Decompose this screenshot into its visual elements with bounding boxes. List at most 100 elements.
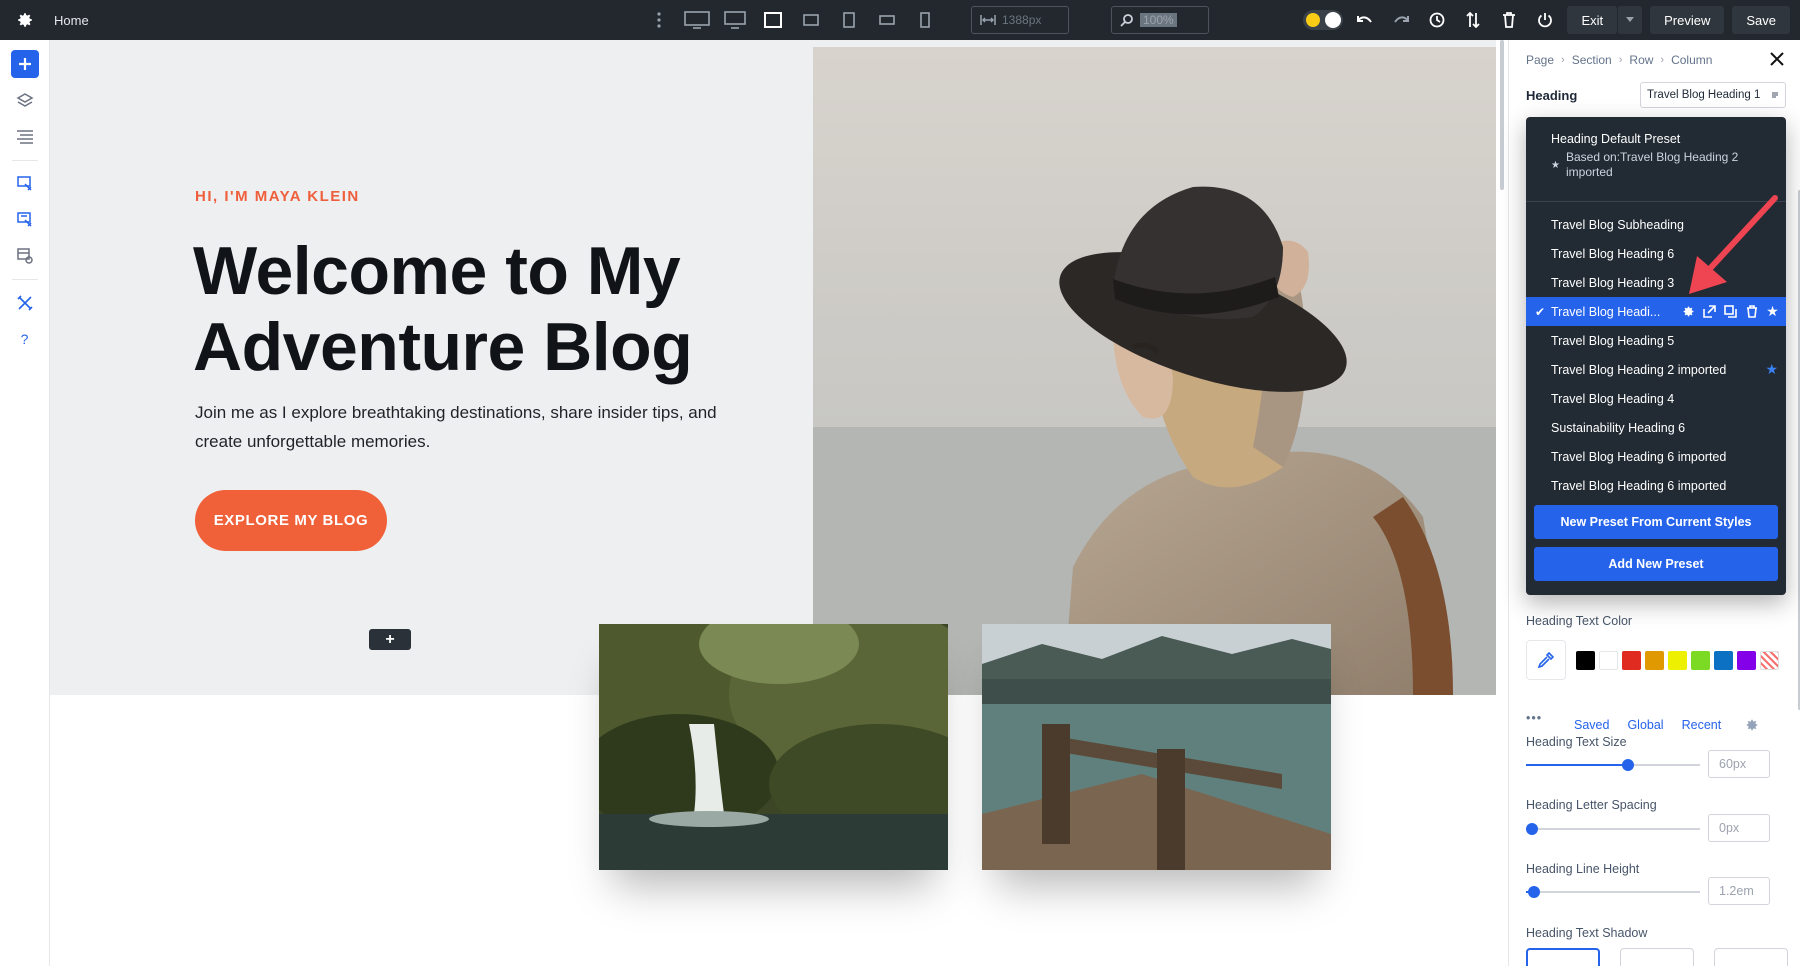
- hero-image[interactable]: [813, 47, 1496, 695]
- tablet-landscape-view-icon[interactable]: [797, 7, 825, 33]
- star-icon[interactable]: ★: [1765, 361, 1778, 378]
- trash-icon[interactable]: [1744, 304, 1759, 319]
- default-preset-item[interactable]: Heading Default Preset ★ Based on:Travel…: [1526, 117, 1786, 180]
- breadcrumb-column[interactable]: Column: [1671, 53, 1712, 67]
- canvas-scrollbar[interactable]: [1500, 40, 1504, 190]
- more-horizontal-icon[interactable]: •••: [1526, 711, 1574, 725]
- preset-item[interactable]: Travel Blog Heading 2 imported ★: [1526, 355, 1786, 384]
- text-shadow-option[interactable]: [1714, 948, 1788, 966]
- export-icon[interactable]: [1702, 304, 1717, 319]
- text-shadow-option[interactable]: [1620, 948, 1694, 966]
- help-icon[interactable]: ?: [12, 326, 38, 352]
- sort-arrows-icon[interactable]: [1459, 7, 1487, 33]
- settings-panel: Page › Section › Row › Column Heading Tr…: [1508, 40, 1800, 966]
- letter-spacing-slider[interactable]: [1526, 828, 1700, 830]
- breadcrumb-section[interactable]: Section: [1572, 53, 1612, 67]
- color-swatch[interactable]: [1576, 651, 1595, 670]
- waterfall-image[interactable]: [599, 624, 948, 870]
- slider-thumb[interactable]: [1528, 886, 1540, 898]
- exit-button[interactable]: Exit: [1567, 6, 1617, 34]
- select-arrows-icon: [1771, 90, 1779, 100]
- preset-item[interactable]: Sustainability Heading 6: [1526, 413, 1786, 442]
- page-settings-icon[interactable]: [12, 171, 38, 197]
- laptop-view-icon[interactable]: [759, 7, 787, 33]
- slider-thumb[interactable]: [1526, 823, 1538, 835]
- preset-item[interactable]: Travel Blog Heading 5: [1526, 326, 1786, 355]
- explore-blog-button[interactable]: EXPLORE MY BLOG: [195, 490, 387, 551]
- gear-icon[interactable]: [1745, 718, 1759, 732]
- line-height-slider[interactable]: [1526, 891, 1700, 893]
- preset-item[interactable]: Travel Blog Heading 6: [1526, 239, 1786, 268]
- no-color-swatch[interactable]: [1760, 651, 1779, 670]
- lake-dock-image[interactable]: [982, 624, 1331, 870]
- layers-icon[interactable]: [12, 88, 38, 114]
- hero-eyebrow[interactable]: HI, I'M MAYA KLEIN: [195, 188, 360, 205]
- preset-item-selected[interactable]: ✔ Travel Blog Headi... ★: [1526, 297, 1786, 326]
- preview-button[interactable]: Preview: [1650, 6, 1724, 34]
- text-size-input[interactable]: 60px: [1708, 750, 1770, 778]
- home-link[interactable]: Home: [54, 13, 89, 28]
- color-swatch[interactable]: [1645, 651, 1664, 670]
- tab-recent[interactable]: Recent: [1682, 718, 1722, 732]
- canvas-width-field[interactable]: 1388px: [971, 6, 1069, 34]
- color-swatches: [1526, 640, 1779, 680]
- exit-dropdown-button[interactable]: [1617, 6, 1642, 34]
- add-element-button[interactable]: [11, 50, 39, 78]
- rail-divider: [12, 160, 38, 161]
- tab-global[interactable]: Global: [1627, 718, 1663, 732]
- color-swatch[interactable]: [1737, 651, 1756, 670]
- tools-icon[interactable]: [12, 290, 38, 316]
- preset-item-label: Travel Blog Headi...: [1551, 305, 1660, 319]
- line-height-input[interactable]: 1.2em: [1708, 877, 1770, 905]
- phone-portrait-view-icon[interactable]: [911, 7, 939, 33]
- preset-select[interactable]: Travel Blog Heading 1: [1640, 82, 1786, 108]
- power-icon[interactable]: [1531, 7, 1559, 33]
- eyedropper-icon[interactable]: [1526, 640, 1566, 680]
- duplicate-icon[interactable]: [1723, 304, 1738, 319]
- default-preset-title: Heading Default Preset: [1551, 132, 1786, 146]
- search-icon: [1120, 13, 1134, 27]
- tablet-portrait-view-icon[interactable]: [835, 7, 863, 33]
- redo-icon[interactable]: [1387, 7, 1415, 33]
- new-preset-from-current-button[interactable]: New Preset From Current Styles: [1534, 505, 1778, 539]
- phone-landscape-view-icon[interactable]: [873, 7, 901, 33]
- close-icon[interactable]: [1770, 51, 1788, 69]
- preset-item[interactable]: Travel Blog Heading 6 imported: [1526, 471, 1786, 500]
- preset-item[interactable]: Travel Blog Heading 4: [1526, 384, 1786, 413]
- undo-icon[interactable]: [1351, 7, 1379, 33]
- gear-icon[interactable]: [16, 11, 34, 29]
- light-dark-toggle[interactable]: [1303, 10, 1343, 30]
- desktop-view-icon[interactable]: [721, 7, 749, 33]
- letter-spacing-input[interactable]: 0px: [1708, 814, 1770, 842]
- color-swatch[interactable]: [1599, 651, 1618, 670]
- more-vertical-icon[interactable]: [645, 7, 673, 33]
- color-swatch[interactable]: [1691, 651, 1710, 670]
- history-icon[interactable]: [1423, 7, 1451, 33]
- trash-icon[interactable]: [1495, 7, 1523, 33]
- zoom-field[interactable]: 100%: [1111, 6, 1209, 34]
- tab-saved[interactable]: Saved: [1574, 718, 1609, 732]
- slider-thumb[interactable]: [1622, 759, 1634, 771]
- breadcrumb-row[interactable]: Row: [1629, 53, 1653, 67]
- color-swatch[interactable]: [1668, 651, 1687, 670]
- preset-item[interactable]: Travel Blog Subheading: [1526, 210, 1786, 239]
- hero-heading[interactable]: Welcome to My Adventure Blog: [193, 233, 793, 385]
- star-icon[interactable]: ★: [1765, 304, 1780, 319]
- preset-item[interactable]: Travel Blog Heading 6 imported: [1526, 442, 1786, 471]
- hero-description[interactable]: Join me as I explore breathtaking destin…: [195, 398, 755, 456]
- theme-builder-icon[interactable]: [12, 207, 38, 233]
- template-library-icon[interactable]: [12, 243, 38, 269]
- preset-item[interactable]: Travel Blog Heading 3: [1526, 268, 1786, 297]
- text-size-slider[interactable]: [1526, 764, 1700, 766]
- widescreen-view-icon[interactable]: [683, 7, 711, 33]
- add-row-button[interactable]: +: [369, 629, 411, 650]
- preset-select-value: Travel Blog Heading 1: [1647, 89, 1760, 101]
- save-button[interactable]: Save: [1732, 6, 1790, 34]
- outline-list-icon[interactable]: [12, 124, 38, 150]
- color-swatch[interactable]: [1714, 651, 1733, 670]
- text-shadow-none-option[interactable]: [1526, 948, 1600, 966]
- color-swatch[interactable]: [1622, 651, 1641, 670]
- breadcrumb-page[interactable]: Page: [1526, 53, 1554, 67]
- add-new-preset-button[interactable]: Add New Preset: [1534, 547, 1778, 581]
- gear-icon[interactable]: [1681, 304, 1696, 319]
